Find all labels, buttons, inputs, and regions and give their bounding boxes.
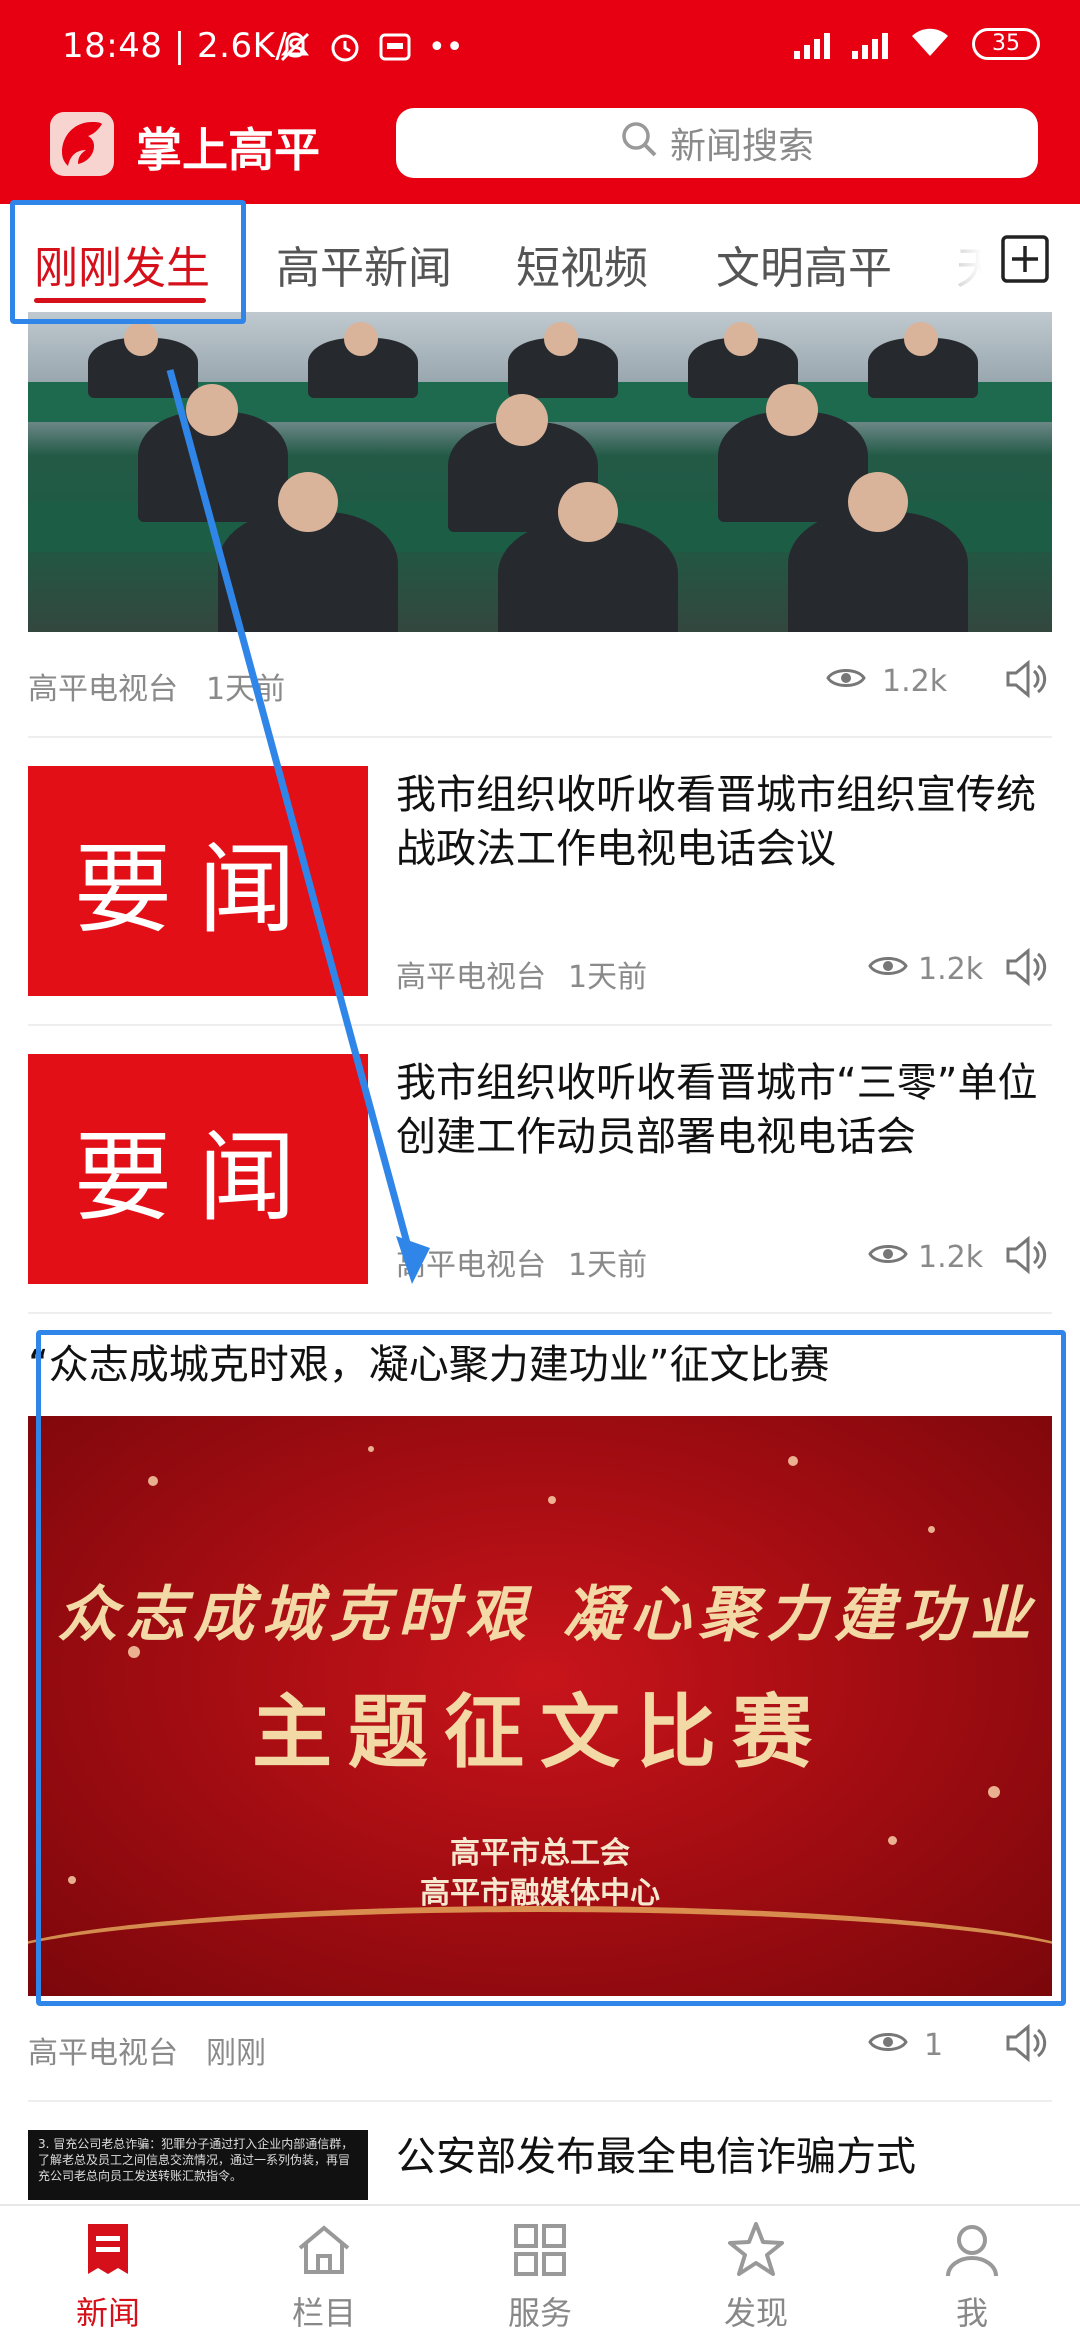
item2-views: 1.2k [918,952,984,987]
item3-time: 1天前 [568,1248,648,1283]
news-title-item2[interactable]: 我市组织收听收看晋城市组织宣传统战政法工作电视电话会议 [396,768,1036,876]
item3-source: 高平电视台 [396,1248,546,1283]
search-placeholder: 新闻搜索 [669,126,814,167]
poster-subheadline: 主题征文比赛 [252,1685,828,1779]
alarm-icon [328,30,362,68]
vpn-icon [378,32,412,66]
speaker-icon[interactable] [1002,944,1048,994]
channel-tabs: 刚刚发生 高平新闻 短视频 文明高平 天 [0,204,1080,312]
battery-indicator: 35 [972,28,1040,60]
item3-views: 1.2k [918,1240,984,1275]
nav-label: 服务 [507,2294,572,2332]
speaker-icon[interactable] [1002,1232,1048,1282]
item1-views: 1.2k [882,664,948,699]
nav-label: 新闻 [75,2294,140,2332]
grid-icon [510,2224,570,2284]
app-title: 掌上高平 [136,123,320,177]
tab-fade-overlay [940,204,1000,312]
item4-views: 1 [924,2028,944,2063]
item1-source: 高平电视台 [28,672,178,707]
news-badge-important[interactable]: 要闻 [28,766,368,996]
status-icons: 35 [794,26,1040,62]
nav-label: 我 [955,2294,988,2332]
item2-source: 高平电视台 [396,960,546,995]
nav-services[interactable]: 服务 [480,2220,600,2334]
views-eye-icon [868,1240,908,1272]
item2-time: 1天前 [568,960,648,995]
tab-short-video[interactable]: 短视频 [516,232,648,296]
bottom-navigation: 新闻 栏目 服务 发现 我 [0,2204,1080,2340]
nav-me[interactable]: 我 [912,2220,1032,2334]
more-status-icon: •• [428,30,464,65]
app-header: 掌上高平 新闻搜索 [0,100,1080,204]
starfish-icon [726,2222,786,2284]
wifi-icon [910,26,950,62]
tab-gaoping-news[interactable]: 高平新闻 [276,232,452,296]
views-eye-icon [868,2028,908,2060]
news-thumbnail-fraud[interactable]: 3. 冒充公司老总诈骗：犯罪分子通过打入企业内部通信群，了解老总及员工之间信息交… [28,2130,368,2200]
news-title-item3[interactable]: 我市组织收听收看晋城市“三零”单位创建工作动员部署电视电话会 [396,1056,1056,1164]
active-tab-indicator [34,298,206,303]
views-eye-icon [826,664,866,696]
nav-discover[interactable]: 发现 [696,2220,816,2334]
news-photo-meeting[interactable] [28,312,1052,632]
item4-time: 刚刚 [206,2036,266,2071]
nav-label: 发现 [723,2294,788,2332]
signal-icon [794,29,830,59]
nav-label: 栏目 [291,2294,356,2332]
news-title-item4[interactable]: “众志成城克时艰，凝心聚力建功业”征文比赛 [28,1338,1048,1392]
poster-organizer-1: 高平市总工会 [450,1836,630,1871]
home-icon [294,2225,354,2284]
mute-icon [278,30,312,68]
person-icon [942,2225,1002,2284]
poster-headline: 众志成城克时艰 凝心聚力建功业 [57,1580,1039,1650]
speaker-icon[interactable] [1002,656,1048,706]
news-badge-important[interactable]: 要闻 [28,1054,368,1284]
app-screen: 18:48 | 2.6K/s •• 35 掌上高平 新闻搜索 刚刚发生 高平新闻… [0,0,1080,2340]
tab-civilized-gaoping[interactable]: 文明高平 [716,232,892,296]
signal-hd-icon [852,29,888,59]
nav-columns[interactable]: 栏目 [264,2220,384,2334]
app-logo [46,108,118,180]
item4-source: 高平电视台 [28,2036,178,2071]
status-time-speed: 18:48 | 2.6K/s [62,26,306,66]
news-icon [78,2224,138,2284]
essay-contest-poster[interactable]: 众志成城克时艰 凝心聚力建功业 主题征文比赛 高平市总工会 高平市融媒体中心 [28,1416,1052,1996]
nav-news[interactable]: 新闻 [48,2220,168,2334]
speaker-icon[interactable] [1002,2020,1048,2070]
news-title-item5[interactable]: 公安部发布最全电信诈骗方式 [396,2130,1056,2184]
add-channel-icon[interactable] [1000,234,1050,288]
search-bar[interactable]: 新闻搜索 [396,108,1038,178]
search-icon [620,120,658,167]
item1-time: 1天前 [206,672,286,707]
views-eye-icon [868,952,908,984]
status-bar: 18:48 | 2.6K/s •• 35 [0,0,1080,100]
tab-just-happened[interactable]: 刚刚发生 [34,232,210,296]
